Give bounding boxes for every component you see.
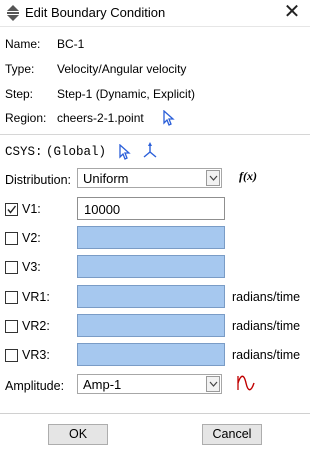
label-vr1: VR1: (22, 290, 50, 304)
csys-value: (Global) (46, 145, 107, 159)
region-pick-cursor-icon[interactable] (162, 109, 176, 129)
app-icon (5, 4, 21, 22)
chevron-down-icon[interactable] (206, 376, 220, 392)
checkbox-vr2[interactable] (5, 320, 18, 333)
input-vr1 (77, 285, 225, 308)
separator (0, 134, 310, 135)
csys-pick-cursor-icon[interactable] (118, 143, 132, 163)
title-bar[interactable]: Edit Boundary Condition ✕ (0, 0, 310, 27)
input-v2 (77, 226, 225, 249)
step-value: Step-1 (Dynamic, Explicit) (57, 87, 196, 101)
fx-button[interactable]: f(x) (239, 169, 257, 184)
label-v2: V2: (22, 231, 41, 245)
window-title: Edit Boundary Condition (25, 5, 166, 20)
unit-vr2: radians/time (232, 319, 301, 333)
label-v3: V3: (22, 260, 41, 274)
amplitude-label: Amplitude: (5, 379, 65, 393)
step-label: Step: (5, 87, 34, 101)
label-vr3: VR3: (22, 348, 50, 362)
region-value: cheers-2-1.point (57, 111, 144, 125)
input-vr2 (77, 314, 225, 337)
label-v1: V1: (22, 202, 41, 216)
csys-label: CSYS: (5, 145, 43, 159)
close-button[interactable]: ✕ (280, 0, 304, 26)
input-v1-value: 10000 (84, 202, 121, 217)
name-label: Name: (5, 37, 41, 51)
checkbox-v3[interactable] (5, 261, 18, 274)
checkbox-v1[interactable] (5, 203, 18, 216)
create-amplitude-icon[interactable] (236, 374, 256, 395)
cancel-button[interactable]: Cancel (202, 424, 262, 445)
unit-vr3: radians/time (232, 348, 301, 362)
distribution-dropdown[interactable]: Uniform (77, 168, 222, 188)
input-vr3 (77, 343, 225, 366)
label-vr2: VR2: (22, 319, 50, 333)
csys-axes-icon[interactable] (141, 142, 159, 163)
input-v3 (77, 255, 225, 278)
amplitude-dropdown[interactable]: Amp-1 (77, 374, 222, 394)
ok-button[interactable]: OK (48, 424, 108, 445)
type-value: Velocity/Angular velocity (57, 62, 187, 76)
chevron-down-icon[interactable] (206, 170, 220, 186)
region-label: Region: (5, 111, 47, 125)
unit-vr1: radians/time (232, 290, 301, 304)
checkbox-v2[interactable] (5, 232, 18, 245)
type-label: Type: (5, 62, 35, 76)
separator (0, 413, 310, 414)
name-value: BC-1 (57, 37, 85, 51)
distribution-selected: Uniform (83, 171, 129, 186)
checkbox-vr3[interactable] (5, 349, 18, 362)
checkbox-vr1[interactable] (5, 291, 18, 304)
distribution-label: Distribution: (5, 173, 71, 187)
input-v1[interactable]: 10000 (77, 197, 225, 220)
amplitude-selected: Amp-1 (83, 377, 122, 392)
